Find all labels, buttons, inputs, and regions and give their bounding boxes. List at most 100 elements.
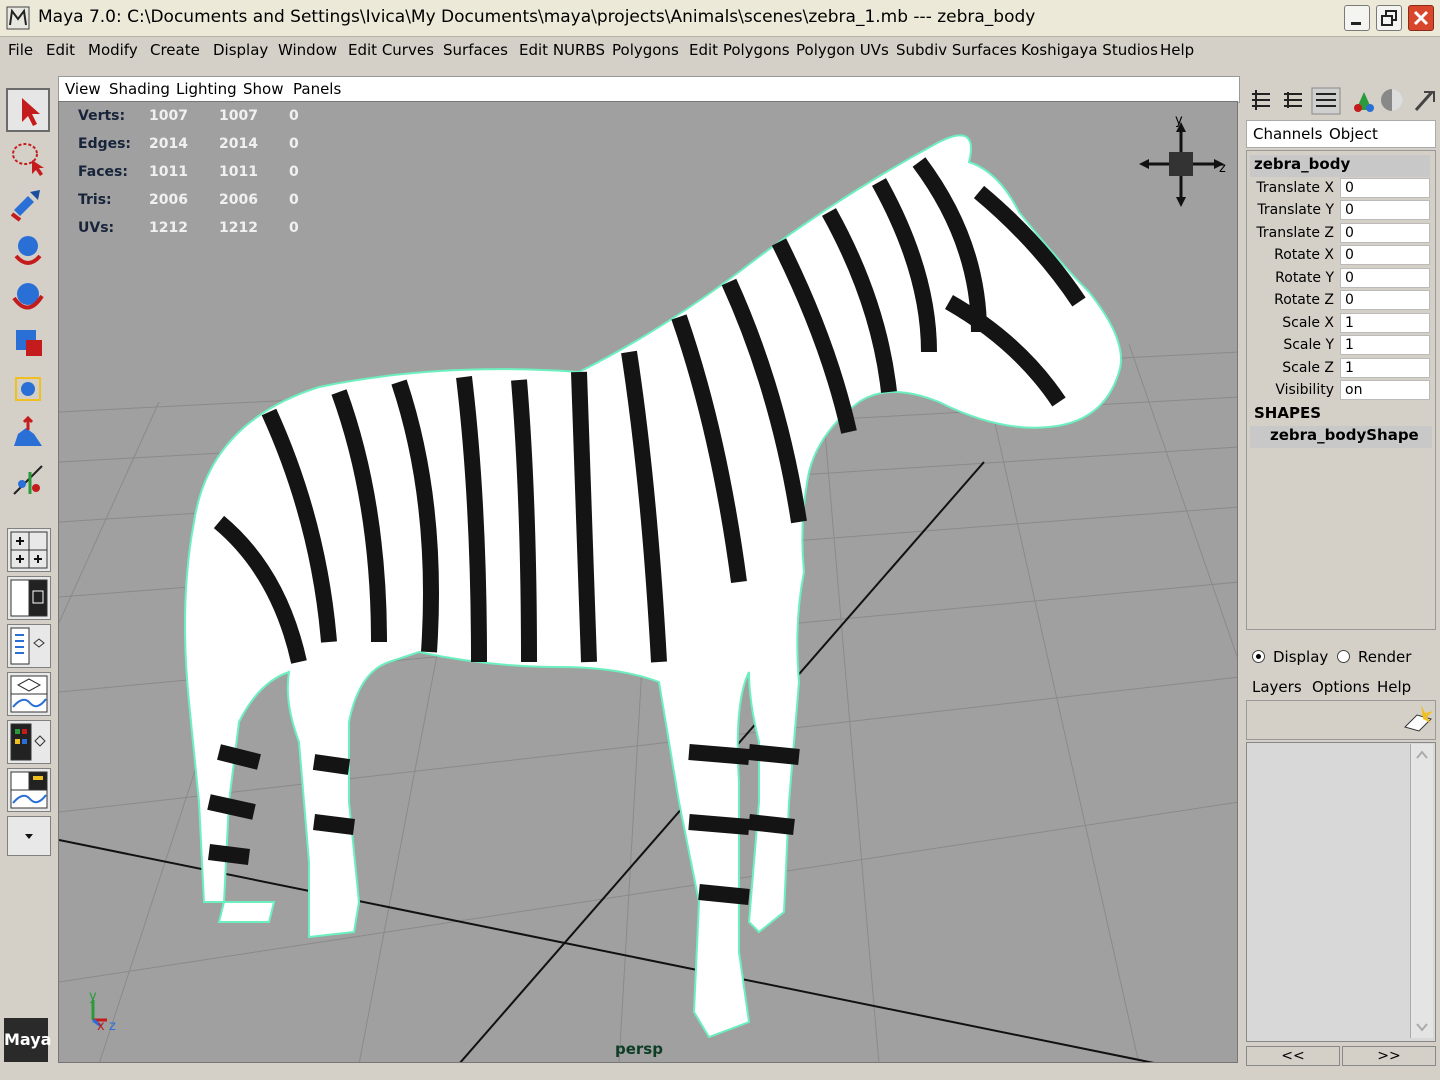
attr-value-field[interactable]: 1 (1340, 335, 1430, 355)
tab-channels[interactable]: Channels (1253, 125, 1322, 143)
layout-graph-editor-button[interactable] (7, 672, 51, 716)
camera-name-label: persp (615, 1040, 663, 1058)
chevron-down-icon (25, 834, 33, 839)
perspective-viewport[interactable]: y z y x z (58, 101, 1238, 1063)
hud-tris-label: Tris: (78, 192, 112, 208)
attr-value-field[interactable]: 1 (1340, 313, 1430, 333)
minimize-button[interactable] (1344, 5, 1370, 31)
render-layer-label[interactable]: Render (1358, 648, 1411, 666)
tool-settings-icon[interactable] (1354, 92, 1374, 112)
attr-value-field[interactable]: 0 (1340, 268, 1430, 288)
attr-label[interactable]: Visibility (1275, 382, 1334, 398)
previous-layer-button[interactable]: << (1246, 1046, 1340, 1066)
script-editor-icon[interactable] (1414, 91, 1435, 111)
layer-menu-layers[interactable]: Layers (1252, 678, 1302, 696)
shapes-header: SHAPES (1254, 404, 1322, 422)
attr-value-field[interactable]: on (1340, 380, 1430, 400)
restore-button[interactable] (1376, 5, 1402, 31)
maya-app-icon (6, 6, 30, 30)
display-layer-radio[interactable] (1252, 650, 1265, 663)
soft-mod-tool[interactable] (6, 412, 50, 456)
attr-value-field[interactable]: 0 (1340, 245, 1430, 265)
attr-value-field[interactable]: 0 (1340, 200, 1430, 220)
layer-menu-help[interactable]: Help (1377, 678, 1411, 696)
menu-surfaces[interactable]: Surfaces (443, 41, 508, 59)
menu-window[interactable]: Window (278, 41, 337, 59)
layout-four-view-button[interactable] (7, 528, 51, 572)
menu-edit-curves[interactable]: Edit Curves (348, 41, 434, 59)
attr-value-field[interactable]: 0 (1340, 290, 1430, 310)
menu-create[interactable]: Create (150, 41, 200, 59)
scale-icon (16, 330, 42, 356)
menu-help[interactable]: Help (1160, 41, 1194, 59)
menu-file[interactable]: File (8, 41, 33, 59)
layer-list[interactable] (1246, 742, 1436, 1042)
channel-box-icon[interactable] (1252, 90, 1270, 110)
display-layer-label[interactable]: Display (1273, 648, 1328, 666)
manipulator-icon (15, 377, 41, 401)
menu-polygon-uvs[interactable]: Polygon UVs (796, 41, 889, 59)
attr-label[interactable]: Rotate Y (1275, 270, 1334, 286)
attr-label[interactable]: Translate X (1256, 180, 1334, 196)
menu-koshigaya-studios[interactable]: Koshigaya Studios (1021, 41, 1158, 59)
menu-subdiv-surfaces[interactable]: Subdiv Surfaces (896, 41, 1017, 59)
layer-menu-options[interactable]: Options (1312, 678, 1370, 696)
menu-polygons[interactable]: Polygons (612, 41, 679, 59)
hypershade-layout-icon (10, 723, 46, 761)
hud-verts-selected: 1007 (219, 108, 258, 124)
attr-label[interactable]: Rotate X (1274, 247, 1334, 263)
attr-label[interactable]: Translate Z (1256, 225, 1334, 241)
new-layer-icon[interactable] (1404, 705, 1433, 732)
menu-edit-polygons[interactable]: Edit Polygons (689, 41, 790, 59)
rotate-icon (12, 283, 44, 310)
layout-more-button[interactable] (7, 816, 51, 856)
attr-value-field[interactable]: 0 (1340, 223, 1430, 243)
attr-value-field[interactable]: 1 (1340, 358, 1430, 378)
lasso-tool[interactable] (6, 136, 50, 180)
attribute-editor-icon[interactable] (1284, 92, 1302, 108)
scale-tool[interactable] (6, 320, 50, 364)
paint-select-tool[interactable] (6, 182, 50, 226)
select-tool[interactable] (6, 88, 50, 132)
layer-list-scrollbar[interactable] (1410, 744, 1433, 1038)
close-button[interactable] (1408, 5, 1434, 31)
attr-label[interactable]: Scale Z (1282, 360, 1334, 376)
attr-label[interactable]: Scale Y (1283, 337, 1334, 353)
attr-label[interactable]: Translate Y (1257, 202, 1334, 218)
universal-manip-tool[interactable] (6, 366, 50, 410)
rotate-tool[interactable] (6, 274, 50, 318)
panel-menu-show[interactable]: Show (243, 80, 283, 98)
attr-label[interactable]: Rotate Z (1274, 292, 1334, 308)
view-compass-icon[interactable]: y z (1139, 113, 1226, 207)
show-manipulator-tool[interactable] (6, 458, 50, 502)
title-bar: Maya 7.0: C:\Documents and Settings\Ivic… (0, 0, 1440, 37)
menu-modify[interactable]: Modify (88, 41, 138, 59)
panel-menu-lighting[interactable]: Lighting (176, 80, 237, 98)
move-tool[interactable] (6, 228, 50, 272)
attr-label[interactable]: Scale X (1282, 315, 1334, 331)
layout-persp-outliner-button[interactable] (7, 576, 51, 620)
attr-translate-z: Translate Z 0 (1250, 223, 1432, 245)
scene-canvas: y z y x z (59, 113, 1237, 1062)
layout-hypergraph-button[interactable] (7, 768, 51, 812)
panel-menu-panels[interactable]: Panels (293, 80, 341, 98)
panel-menu-shading[interactable]: Shading (109, 80, 170, 98)
hud-faces-label: Faces: (78, 164, 128, 180)
layout-hypershade-button[interactable] (7, 720, 51, 764)
shape-node-name[interactable]: zebra_bodyShape (1250, 426, 1432, 448)
layout-outliner-button[interactable] (7, 624, 51, 668)
channel-layer-icon[interactable] (1311, 87, 1341, 115)
menu-edit-nurbs[interactable]: Edit NURBS (519, 41, 605, 59)
attr-value-field[interactable]: 0 (1340, 178, 1430, 198)
panel-menu-view[interactable]: View (65, 80, 101, 98)
attr-rotate-y: Rotate Y 0 (1250, 268, 1432, 290)
attr-scale-y: Scale Y 1 (1250, 335, 1432, 357)
tab-object[interactable]: Object (1329, 125, 1378, 143)
selected-object-name[interactable]: zebra_body (1250, 155, 1430, 177)
next-layer-button[interactable]: >> (1342, 1046, 1436, 1066)
hud-edges-component: 0 (289, 136, 299, 152)
menu-display[interactable]: Display (213, 41, 268, 59)
render-layer-radio[interactable] (1337, 650, 1350, 663)
render-view-icon[interactable] (1381, 89, 1403, 111)
menu-edit[interactable]: Edit (46, 41, 75, 59)
